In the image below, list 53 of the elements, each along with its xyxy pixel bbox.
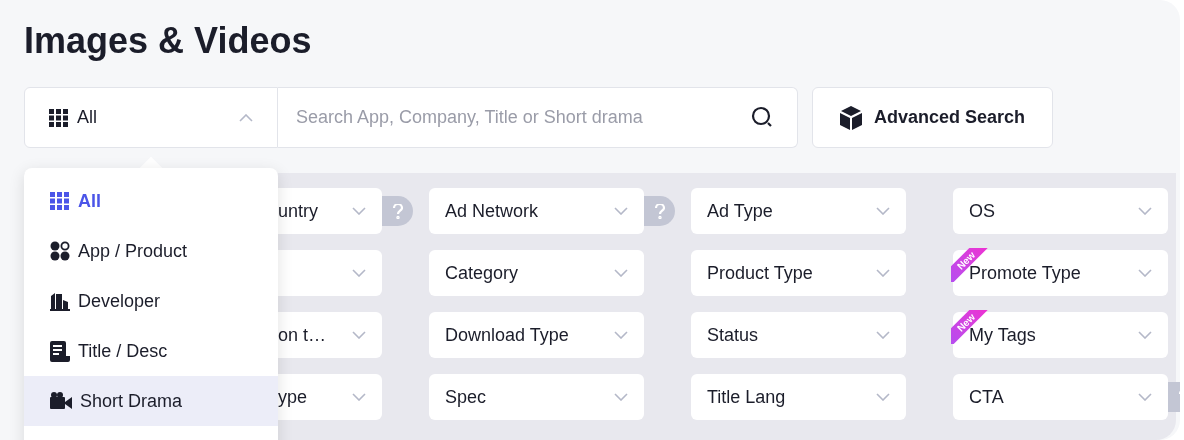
apps-icon	[50, 241, 70, 261]
chevron-down-icon	[876, 269, 890, 277]
help-badge[interactable]	[382, 196, 413, 226]
chevron-down-icon	[1138, 331, 1152, 339]
filter-dropdown[interactable]: Title Lang	[691, 374, 906, 420]
chevron-down-icon	[1138, 393, 1152, 401]
filter-dropdown[interactable]: Ad Network	[429, 188, 644, 234]
document-icon	[50, 340, 70, 362]
scope-menu-item[interactable]: App / Product	[24, 226, 278, 276]
filter-dropdown[interactable]: ype	[278, 374, 382, 420]
search-field[interactable]: Search App, Company, Title or Short drama	[278, 87, 798, 148]
scope-menu-item[interactable]: Developer	[24, 276, 278, 326]
filter-dropdown[interactable]: Download Type	[429, 312, 644, 358]
help-badge[interactable]	[644, 196, 675, 226]
filter-dropdown[interactable]: Category	[429, 250, 644, 296]
chevron-down-icon	[614, 269, 628, 277]
chevron-down-icon	[614, 331, 628, 339]
chevron-down-icon	[1138, 207, 1152, 215]
filter-dropdown[interactable]: Ad Type	[691, 188, 906, 234]
advanced-search-button[interactable]: Advanced Search	[812, 87, 1053, 148]
chevron-up-icon	[239, 113, 253, 122]
grid-icon	[50, 192, 70, 210]
chevron-down-icon	[1138, 269, 1152, 277]
cube-icon	[839, 105, 862, 130]
filter-dropdown[interactable]: Spec	[429, 374, 644, 420]
filter-dropdown[interactable]	[278, 250, 382, 296]
chevron-down-icon	[614, 207, 628, 215]
video-camera-icon	[50, 392, 72, 410]
chevron-down-icon	[352, 331, 366, 339]
scope-select[interactable]: All	[24, 87, 278, 148]
scope-menu-item[interactable]: All	[24, 176, 278, 226]
page-title: Images & Videos	[24, 19, 312, 63]
grid-icon	[49, 108, 69, 127]
chevron-down-icon	[352, 207, 366, 215]
scope-menu-item[interactable]: Short Drama	[24, 376, 278, 426]
scope-menu-item[interactable]: Title / Desc	[24, 326, 278, 376]
chevron-down-icon	[614, 393, 628, 401]
filter-dropdown[interactable]: Status	[691, 312, 906, 358]
question-mark-icon	[392, 203, 403, 219]
chevron-down-icon	[876, 393, 890, 401]
chevron-down-icon	[352, 269, 366, 277]
search-icon[interactable]	[750, 105, 774, 129]
chevron-down-icon	[876, 207, 890, 215]
chevron-down-icon	[876, 331, 890, 339]
chevron-down-icon	[352, 393, 366, 401]
scope-value: All	[77, 106, 97, 129]
filter-dropdown[interactable]: CTA	[953, 374, 1168, 420]
filter-dropdown[interactable]: untry	[278, 188, 382, 234]
building-icon	[50, 291, 70, 311]
question-mark-icon	[654, 203, 665, 219]
filter-dropdown[interactable]: on t…	[278, 312, 382, 358]
filter-dropdown[interactable]: OS	[953, 188, 1168, 234]
filter-dropdown[interactable]: Product Type	[691, 250, 906, 296]
